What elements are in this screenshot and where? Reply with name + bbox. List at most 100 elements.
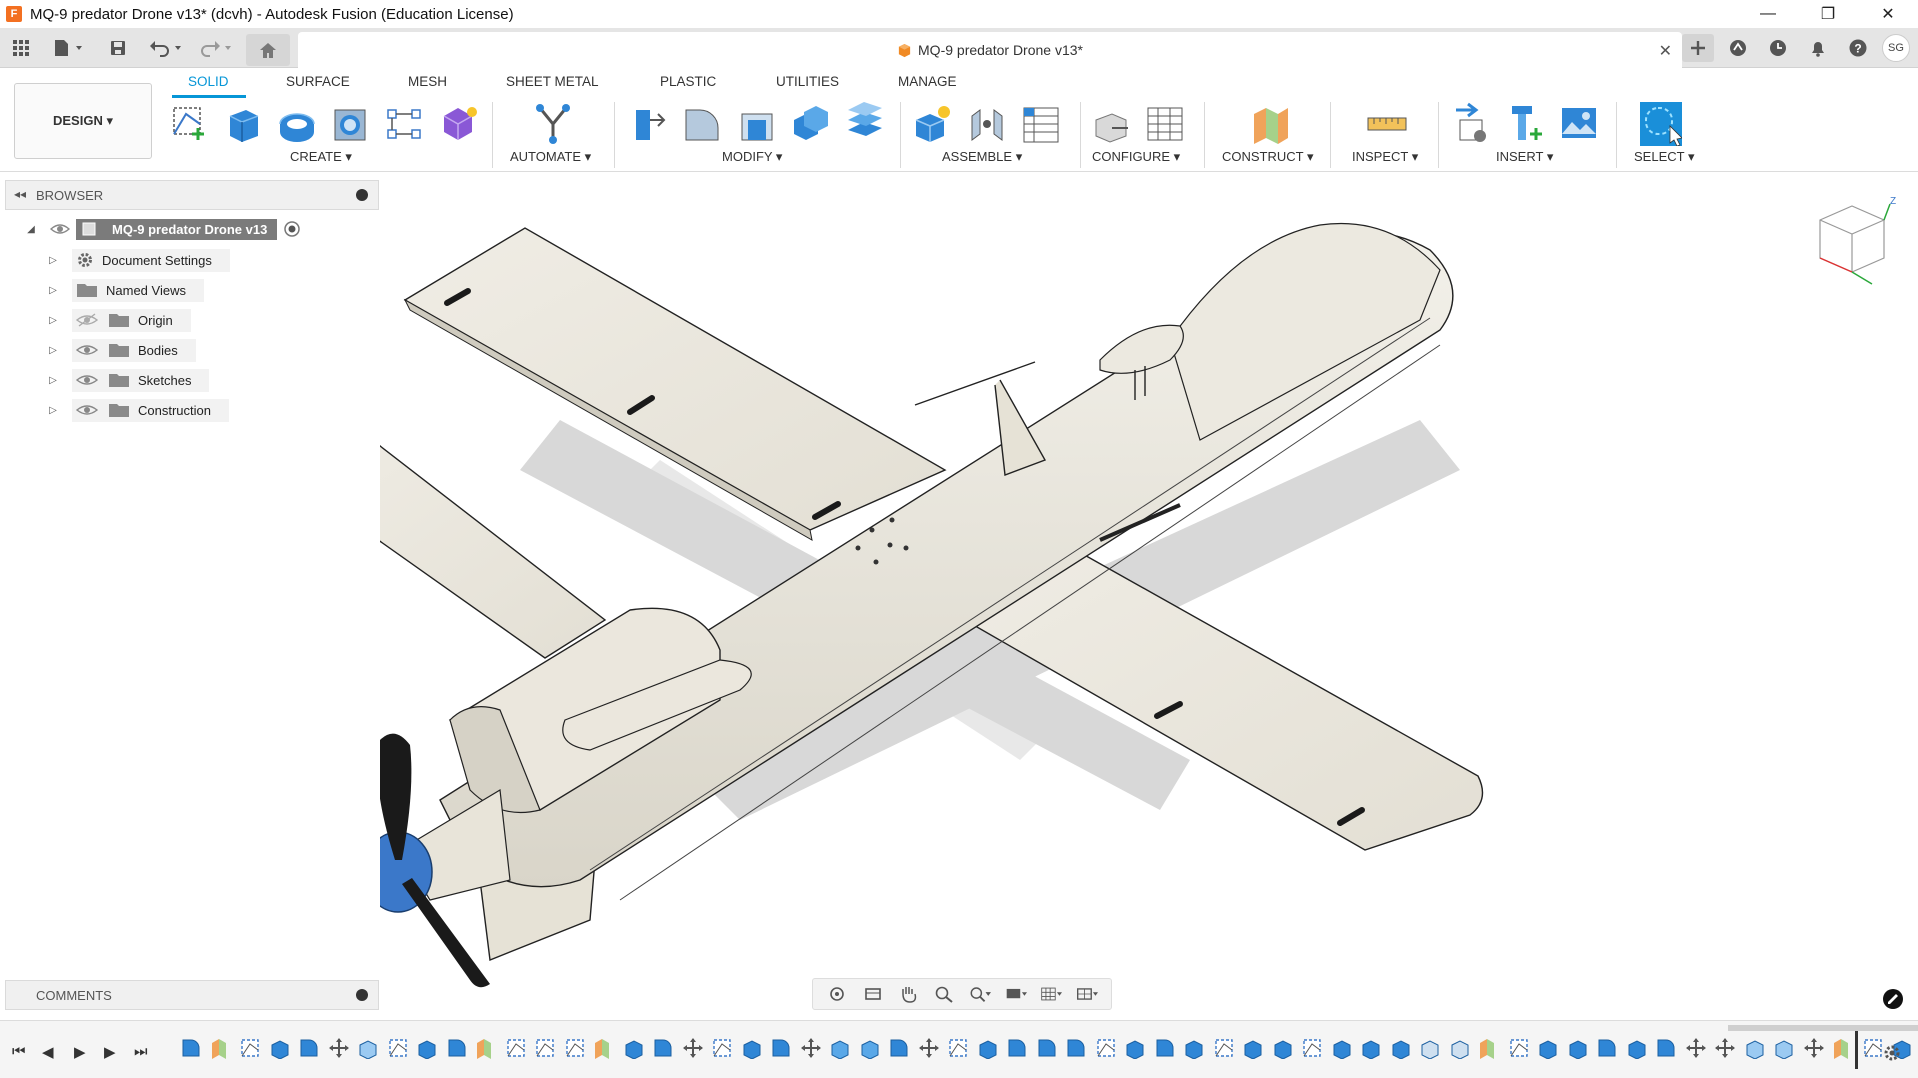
timeline-feature-fillet-icon[interactable] [770, 1037, 792, 1059]
group-assemble[interactable]: ASSEMBLE ▾ [942, 149, 1022, 165]
press-pull-icon[interactable] [628, 100, 670, 146]
tree-item-sketches[interactable]: ▷ Sketches [48, 368, 210, 392]
timeline-feature-sketch-icon[interactable] [1095, 1037, 1117, 1059]
timeline-feature-move-icon[interactable] [328, 1037, 350, 1059]
view-cube[interactable]: Z [1819, 196, 1896, 285]
group-configure[interactable]: CONFIGURE ▾ [1092, 149, 1180, 165]
timeline-feature-extrude-icon[interactable] [1272, 1037, 1294, 1059]
user-avatar[interactable]: SG [1882, 34, 1910, 62]
timeline-feature-fillet-icon[interactable] [180, 1037, 202, 1059]
hidden-eye-icon[interactable] [76, 313, 98, 327]
timeline-feature-fillet-icon[interactable] [298, 1037, 320, 1059]
expand-arrow-icon[interactable]: ▷ [48, 375, 58, 386]
timeline-feature-sketch-icon[interactable] [239, 1037, 261, 1059]
timeline-feature-sketch-icon[interactable] [947, 1037, 969, 1059]
grid-settings-icon[interactable] [1040, 984, 1063, 1004]
visibility-eye-icon[interactable] [76, 403, 98, 417]
timeline-feature-sketch-icon[interactable] [1862, 1037, 1884, 1059]
help-icon[interactable]: ? [1842, 34, 1874, 62]
timeline-feature-fillet-icon[interactable] [1065, 1037, 1087, 1059]
group-select[interactable]: SELECT ▾ [1634, 149, 1694, 165]
timeline-feature-extrude-icon[interactable] [1124, 1037, 1146, 1059]
go-to-end-icon[interactable]: ⏭ [134, 1043, 148, 1060]
timeline-feature-combine-icon[interactable] [859, 1037, 881, 1059]
new-component-icon[interactable] [912, 100, 954, 146]
timeline-feature-plane-icon[interactable] [475, 1037, 497, 1059]
timeline-feature-extrude-icon[interactable] [741, 1037, 763, 1059]
timeline-feature-move-icon[interactable] [800, 1037, 822, 1059]
tab-mesh[interactable]: MESH [406, 74, 449, 89]
expand-arrow-icon[interactable]: ▷ [48, 315, 58, 326]
hole-icon[interactable] [330, 100, 372, 146]
expand-arrow-icon[interactable]: ◢ [26, 224, 36, 235]
tree-item-named-views[interactable]: ▷ Named Views [48, 278, 204, 302]
tab-utilities[interactable]: UTILITIES [774, 74, 841, 89]
timeline-feature-extrude-icon[interactable] [1537, 1037, 1559, 1059]
insert-derive-icon[interactable] [1450, 100, 1492, 146]
tree-item-bodies[interactable]: ▷ Bodies [48, 338, 196, 362]
group-automate[interactable]: AUTOMATE ▾ [510, 149, 591, 165]
timeline-feature-shell-icon[interactable] [1449, 1037, 1471, 1059]
step-back-icon[interactable]: ◀ [42, 1043, 54, 1061]
combine-icon[interactable] [790, 100, 832, 146]
timeline-feature-extrude-icon[interactable] [1626, 1037, 1648, 1059]
tree-item-origin[interactable]: ▷ Origin [48, 308, 191, 332]
visibility-eye-icon[interactable] [76, 373, 98, 387]
feedback-icon[interactable] [1882, 988, 1904, 1010]
configure-icon[interactable] [1090, 100, 1132, 146]
viewports-icon[interactable] [1076, 984, 1099, 1004]
timeline-feature-extrude-icon[interactable] [1242, 1037, 1264, 1059]
3d-viewport-canvas[interactable]: Z [380, 176, 1918, 1016]
timeline-feature-sketch-icon[interactable] [534, 1037, 556, 1059]
notifications-bell-icon[interactable] [1802, 34, 1834, 62]
timeline-feature-extrude-icon[interactable] [416, 1037, 438, 1059]
bill-of-materials-icon[interactable] [1020, 100, 1062, 146]
zoom-icon[interactable] [933, 984, 955, 1004]
timeline-feature-move-icon[interactable] [1714, 1037, 1736, 1059]
expand-arrow-icon[interactable]: ▷ [48, 285, 58, 296]
select-tool-icon[interactable] [1640, 100, 1682, 146]
close-window-button[interactable]: ✕ [1858, 0, 1918, 28]
timeline-settings-gear-icon[interactable] [1882, 1043, 1902, 1063]
timeline-feature-extrude-icon[interactable] [269, 1037, 291, 1059]
new-tab-plus-icon[interactable] [1682, 34, 1714, 62]
timeline-feature-fillet-icon[interactable] [1655, 1037, 1677, 1059]
home-icon[interactable] [246, 34, 290, 66]
timeline-marker[interactable] [1855, 1031, 1858, 1069]
timeline-feature-combine-icon[interactable] [829, 1037, 851, 1059]
construct-plane-icon[interactable] [1250, 100, 1292, 146]
display-settings-icon[interactable] [1005, 984, 1027, 1004]
expand-arrow-icon[interactable]: ▷ [48, 405, 58, 416]
joint-icon[interactable] [966, 100, 1008, 146]
fit-zoom-icon[interactable] [969, 984, 991, 1004]
measure-icon[interactable] [1366, 100, 1408, 146]
extrude-icon[interactable] [222, 100, 264, 146]
timeline-feature-fillet-icon[interactable] [1596, 1037, 1618, 1059]
insert-canvas-icon[interactable] [1558, 100, 1600, 146]
timeline-feature-plane-icon[interactable] [1478, 1037, 1500, 1059]
timeline-feature-move-icon[interactable] [682, 1037, 704, 1059]
timeline-scrollbar[interactable] [1728, 1025, 1918, 1031]
timeline-feature-extrude-icon[interactable] [623, 1037, 645, 1059]
play-icon[interactable]: ▶ [74, 1043, 86, 1061]
file-menu-icon[interactable] [48, 36, 88, 60]
timeline-feature-fillet-icon[interactable] [652, 1037, 674, 1059]
save-icon[interactable] [106, 36, 130, 60]
timeline-feature-sketch-icon[interactable] [711, 1037, 733, 1059]
tree-item-document-settings[interactable]: ▷ Document Settings [48, 248, 230, 272]
timeline-feature-move-icon[interactable] [1803, 1037, 1825, 1059]
create-sketch-icon[interactable] [168, 100, 210, 146]
timeline-feature-extrude-icon[interactable] [977, 1037, 999, 1059]
group-modify[interactable]: MODIFY ▾ [722, 149, 782, 165]
group-create[interactable]: CREATE ▾ [290, 149, 352, 165]
look-at-icon[interactable] [862, 984, 884, 1004]
timeline-feature-plane-icon[interactable] [593, 1037, 615, 1059]
timeline-feature-move-icon[interactable] [918, 1037, 940, 1059]
automate-icon[interactable] [532, 100, 574, 146]
tab-solid[interactable]: SOLID [186, 74, 231, 89]
timeline-feature-extrude-icon[interactable] [1331, 1037, 1353, 1059]
timeline-feature-pattern-icon[interactable] [1773, 1037, 1795, 1059]
browser-collapse-button[interactable] [356, 189, 368, 201]
timeline-feature-pattern-icon[interactable] [1744, 1037, 1766, 1059]
timeline-feature-sketch-icon[interactable] [1213, 1037, 1235, 1059]
